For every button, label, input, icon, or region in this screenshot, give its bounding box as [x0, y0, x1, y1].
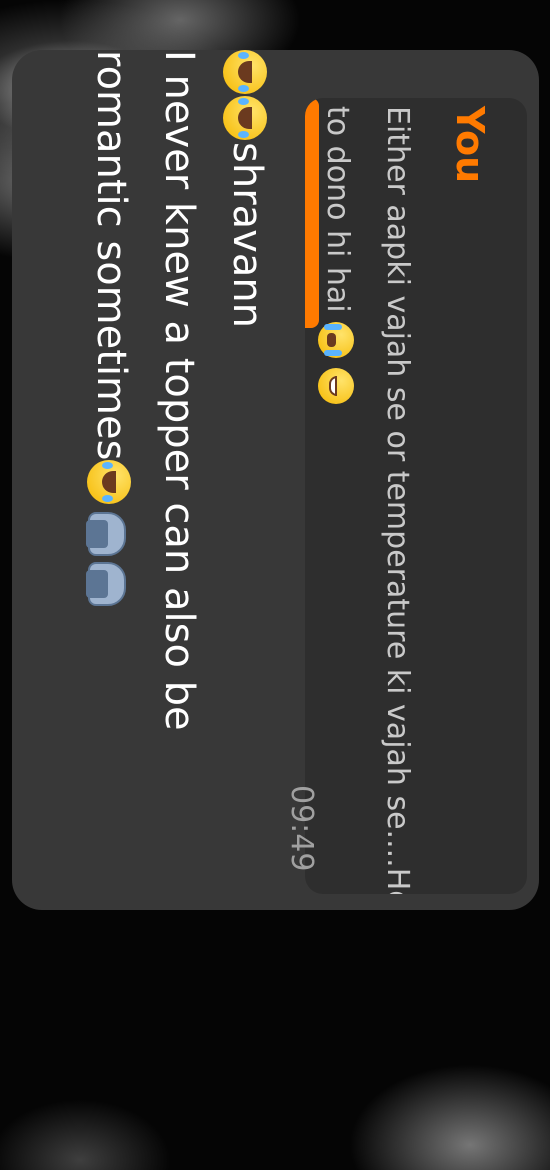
- message-bubble[interactable]: You Either aapki vajah se or temperature…: [12, 50, 539, 910]
- face-with-tears-of-joy-icon: [223, 50, 267, 94]
- message-timestamp: 09:49: [284, 785, 319, 872]
- reply-text-container: shravann I never knew a topper can also …: [77, 50, 281, 910]
- quoted-message[interactable]: You Either aapki vajah se or temperature…: [305, 98, 527, 894]
- quote-text: Either aapki vajah se or temperature ki …: [320, 106, 415, 894]
- reply-line-2: I never knew a topper can also be romant…: [88, 50, 202, 731]
- quote-author: You: [448, 106, 492, 184]
- folded-hands-icon: [86, 512, 132, 556]
- quote-text-container: Either aapki vajah se or temperature ki …: [307, 106, 427, 894]
- face-with-tears-of-joy-icon: [87, 460, 131, 505]
- screen: You Either aapki vajah se or temperature…: [0, 0, 550, 1170]
- folded-hands-icon: [86, 562, 132, 606]
- face-with-tears-of-joy-icon: [223, 96, 267, 140]
- grinning-face-icon: [318, 367, 355, 404]
- loudly-crying-face-icon: [318, 322, 355, 359]
- rotated-content: You Either aapki vajah se or temperature…: [0, 0, 550, 1170]
- reply-line-1: shravann: [224, 142, 270, 329]
